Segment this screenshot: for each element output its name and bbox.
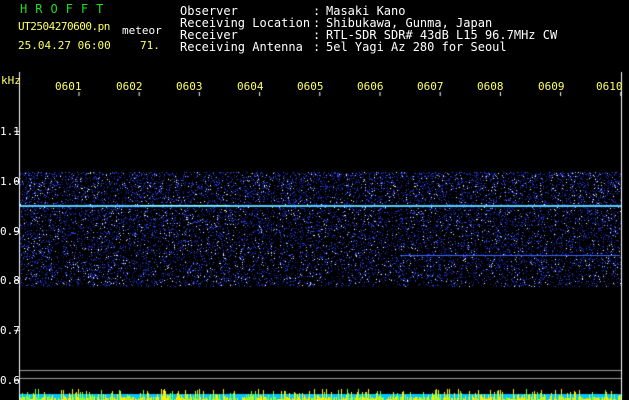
x-tick-label: 0610: [596, 80, 623, 93]
meteor-count: 71.: [140, 39, 160, 52]
spectrogram-plot: [0, 0, 629, 400]
x-tick-label: 0606: [357, 80, 384, 93]
info-colon: :: [313, 40, 321, 54]
y-tick-label: 1.1: [0, 125, 20, 138]
file-name: UT2504270600.pn: [18, 20, 110, 33]
info-value: 5el Yagi Az 280 for Seoul: [326, 40, 507, 54]
x-tick-label: 0609: [538, 80, 565, 93]
brand-title: HROFFT: [20, 2, 112, 16]
info-row-antenna: Receiving Antenna:5el Yagi Az 280 for Se…: [180, 41, 557, 53]
y-tick-label: 1.0: [0, 175, 20, 188]
x-tick-label: 0608: [477, 80, 504, 93]
y-axis-unit: kHz: [1, 74, 21, 87]
x-tick-label: 0607: [417, 80, 444, 93]
x-tick-label: 0605: [297, 80, 324, 93]
info-label: Receiving Antenna: [180, 40, 303, 54]
station-info: Observer: Masaki Kano Receiving Location:…: [180, 5, 557, 53]
x-tick-label: 0604: [237, 80, 264, 93]
x-tick-label: 0603: [176, 80, 203, 93]
y-tick-label: 0.8: [0, 274, 20, 287]
x-tick-label: 0601: [55, 80, 82, 93]
timestamp: 25.04.27 06:00: [18, 39, 111, 52]
x-tick-label: 0602: [116, 80, 143, 93]
y-tick-label: 0.7: [0, 324, 20, 337]
meteor-tag: meteor: [122, 24, 162, 37]
y-tick-label: 0.6: [0, 374, 20, 387]
y-tick-label: 0.9: [0, 225, 20, 238]
